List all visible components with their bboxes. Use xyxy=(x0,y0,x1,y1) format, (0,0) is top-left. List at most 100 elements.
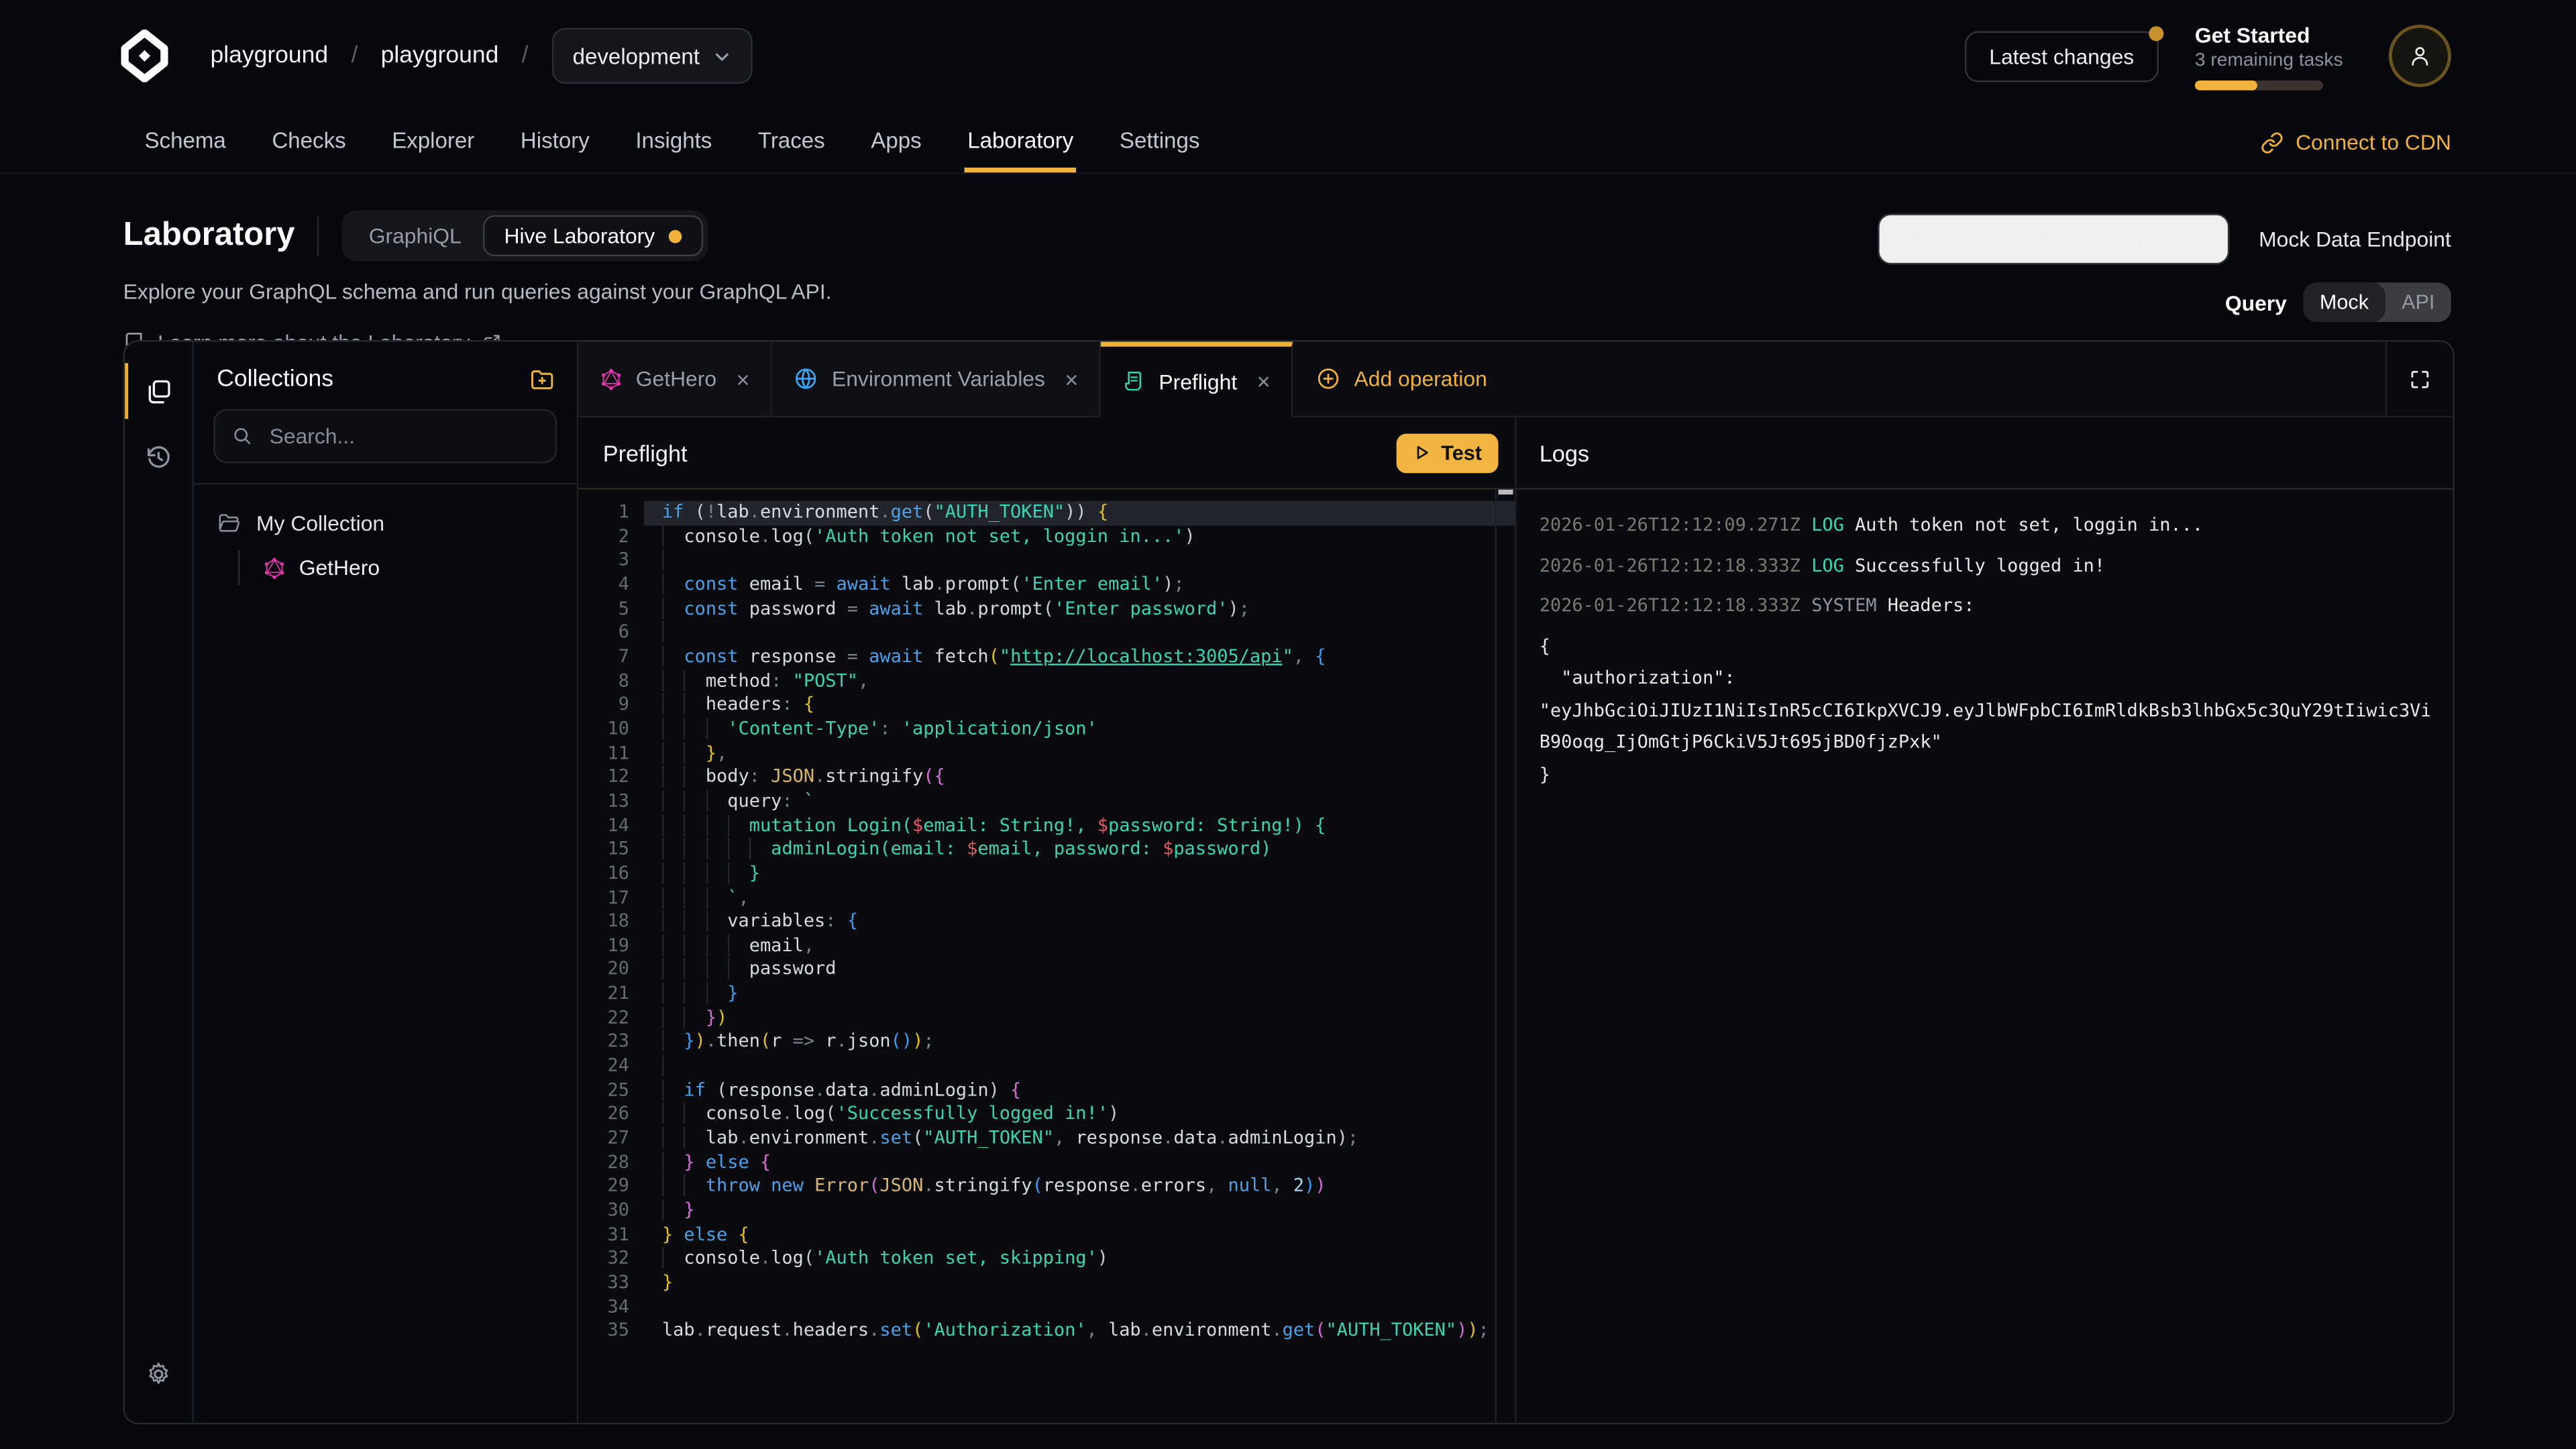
collections-search[interactable] xyxy=(213,409,557,464)
code-line[interactable]: 12 body: JSON.stringify({ xyxy=(578,766,1515,790)
code-line[interactable]: 35lab.request.headers.set('Authorization… xyxy=(578,1320,1515,1344)
get-started[interactable]: Get Started 3 remaining tasks xyxy=(2195,22,2323,89)
code-line[interactable]: 33} xyxy=(578,1272,1515,1296)
close-tab-icon[interactable]: × xyxy=(1065,366,1078,392)
tab-bar: GetHero×Environment Variables×Preflight×… xyxy=(578,341,2453,417)
app-header: playground / playground / development La… xyxy=(0,0,2576,112)
main-nav: Schema Checks Explorer History Insights Trace… xyxy=(0,112,2576,174)
code-line[interactable]: 25 if (response.data.adminLogin) { xyxy=(578,1079,1515,1103)
code-line[interactable]: 6 xyxy=(578,621,1515,645)
code-line[interactable]: 29 throw new Error(JSON.stringify(respon… xyxy=(578,1175,1515,1199)
editor-scrollbar[interactable] xyxy=(1495,490,1515,1423)
nav-tab-settings[interactable]: Settings xyxy=(1116,112,1203,173)
code-line[interactable]: 23 }).then(r => r.json()); xyxy=(578,1031,1515,1055)
code-line[interactable]: 16 } xyxy=(578,862,1515,886)
fullscreen-button[interactable] xyxy=(2385,341,2453,415)
close-tab-icon[interactable]: × xyxy=(1257,368,1271,394)
query-option-api[interactable]: API xyxy=(2385,282,2451,322)
code-line[interactable]: 30 } xyxy=(578,1199,1515,1224)
code-line[interactable]: 22 }) xyxy=(578,1007,1515,1031)
laboratory-panel: Collections My Collection xyxy=(123,340,2455,1424)
code-line[interactable]: 14 mutation Login($email: String!, $pass… xyxy=(578,814,1515,839)
code-line[interactable]: 15 adminLogin(email: $email, password: $… xyxy=(578,838,1515,862)
tab-preflight[interactable]: Preflight× xyxy=(1102,341,1293,417)
code-line[interactable]: 31} else { xyxy=(578,1224,1515,1248)
code-line[interactable]: 26 console.log('Successfully logged in!'… xyxy=(578,1103,1515,1127)
code-line[interactable]: 34 xyxy=(578,1295,1515,1320)
close-tab-icon[interactable]: × xyxy=(736,366,749,392)
target-select[interactable]: development xyxy=(551,28,753,84)
nav-tab-apps[interactable]: Apps xyxy=(867,112,924,173)
collections-tree: My Collection GetHero xyxy=(194,484,577,608)
search-icon xyxy=(231,425,253,447)
test-button[interactable]: Test xyxy=(1397,433,1498,472)
workbench: GetHero×Environment Variables×Preflight×… xyxy=(578,341,2453,1422)
nav-tab-explorer[interactable]: Explorer xyxy=(388,112,478,173)
code-line[interactable]: 18 variables: { xyxy=(578,910,1515,934)
code-line[interactable]: 17 `, xyxy=(578,886,1515,910)
tab-environment-variables[interactable]: Environment Variables× xyxy=(773,341,1102,415)
nav-tab-insights[interactable]: Insights xyxy=(632,112,715,173)
logs-pane: Logs 2026-01-26T12:12:09.271Z LOG Auth t… xyxy=(1515,417,2453,1423)
log-entry: "eyJhbGciOiJIUzI1NiIsInR5cCI6IkpXVCJ9.ey… xyxy=(1540,698,2430,722)
code-line[interactable]: 2 console.log('Auth token not set, loggi… xyxy=(578,525,1515,549)
rail-settings-button[interactable] xyxy=(125,1340,192,1406)
laboratory-section-header: Laboratory GraphiQL Hive Laboratory Expl… xyxy=(0,174,2576,355)
code-line[interactable]: 11 }, xyxy=(578,742,1515,766)
nav-tab-traces[interactable]: Traces xyxy=(755,112,828,173)
breadcrumb-separator: / xyxy=(522,43,529,69)
code-line[interactable]: 21 } xyxy=(578,983,1515,1007)
play-icon xyxy=(1413,443,1432,462)
code-line[interactable]: 19 email, xyxy=(578,934,1515,959)
code-line[interactable]: 28 } else { xyxy=(578,1151,1515,1175)
connect-to-cdn-link[interactable]: Connect to CDN xyxy=(2261,112,2451,173)
laboratory-right: Connect GraphQL API Endpoint Mock Data E… xyxy=(1878,210,2451,355)
mode-option-hive-laboratory[interactable]: Hive Laboratory xyxy=(483,215,703,256)
code-line[interactable]: 13 query: ` xyxy=(578,790,1515,814)
breadcrumb-project[interactable]: playground xyxy=(381,43,499,69)
query-option-mock[interactable]: Mock xyxy=(2303,282,2385,322)
code-line[interactable]: 8 method: "POST", xyxy=(578,669,1515,694)
fullscreen-icon xyxy=(2408,367,2431,390)
code-line[interactable]: 10 'Content-Type': 'application/json' xyxy=(578,718,1515,742)
breadcrumb-org[interactable]: playground xyxy=(210,43,328,69)
nav-tab-checks[interactable]: Checks xyxy=(268,112,349,173)
collection-item-gethero[interactable]: GetHero xyxy=(256,550,560,584)
code-line[interactable]: 1if (!lab.environment.get("AUTH_TOKEN"))… xyxy=(578,501,1515,525)
nav-tab-laboratory[interactable]: Laboratory xyxy=(964,112,1077,173)
code-line[interactable]: 32 console.log('Auth token set, skipping… xyxy=(578,1248,1515,1272)
collection-folder-my-collection[interactable]: My Collection xyxy=(210,508,560,539)
rail-history-button[interactable] xyxy=(125,424,192,490)
nav-tab-schema[interactable]: Schema xyxy=(142,112,229,173)
nav-tab-history[interactable]: History xyxy=(517,112,593,173)
code-line[interactable]: 3 xyxy=(578,549,1515,574)
folder-plus-icon[interactable] xyxy=(529,366,555,392)
code-line[interactable]: 4 const email = await lab.prompt('Enter … xyxy=(578,574,1515,598)
mode-toggle: GraphiQL Hive Laboratory xyxy=(343,210,708,261)
code-line[interactable]: 9 headers: { xyxy=(578,694,1515,718)
graphql-icon xyxy=(263,556,286,579)
mock-data-endpoint-button[interactable]: Mock Data Endpoint xyxy=(2259,227,2451,252)
logs-output[interactable]: 2026-01-26T12:12:09.271Z LOG Auth token … xyxy=(1516,490,2453,1423)
mode-option-graphiql[interactable]: GraphiQL xyxy=(347,215,483,256)
code-line[interactable]: 7 const response = await fetch("http://l… xyxy=(578,645,1515,669)
search-input[interactable] xyxy=(266,422,539,450)
rail-collections-button[interactable] xyxy=(125,358,192,424)
code-line[interactable]: 5 const password = await lab.prompt('Ent… xyxy=(578,598,1515,622)
code-line[interactable]: 24 xyxy=(578,1055,1515,1079)
code-editor[interactable]: 1if (!lab.environment.get("AUTH_TOKEN"))… xyxy=(578,490,1515,1423)
user-avatar[interactable] xyxy=(2389,25,2451,87)
scrollbar-thumb[interactable] xyxy=(1498,490,1513,494)
collections-icon xyxy=(145,377,173,405)
folder-open-icon xyxy=(217,511,241,536)
page-description: Explore your GraphQL schema and run quer… xyxy=(123,279,832,304)
add-operation-button[interactable]: Add operation xyxy=(1293,341,1510,415)
app: playground / playground / development La… xyxy=(0,0,2576,1449)
tab-gethero[interactable]: GetHero× xyxy=(578,341,773,415)
code-line[interactable]: 20 password xyxy=(578,959,1515,983)
code-line[interactable]: 27 lab.environment.set("AUTH_TOKEN", res… xyxy=(578,1127,1515,1151)
latest-changes-button[interactable]: Latest changes xyxy=(1965,30,2159,81)
connect-graphql-api-endpoint-button[interactable]: Connect GraphQL API Endpoint xyxy=(1878,213,2229,264)
get-started-subtitle: 3 remaining tasks xyxy=(2195,50,2323,70)
hive-logo-icon[interactable] xyxy=(118,30,170,82)
